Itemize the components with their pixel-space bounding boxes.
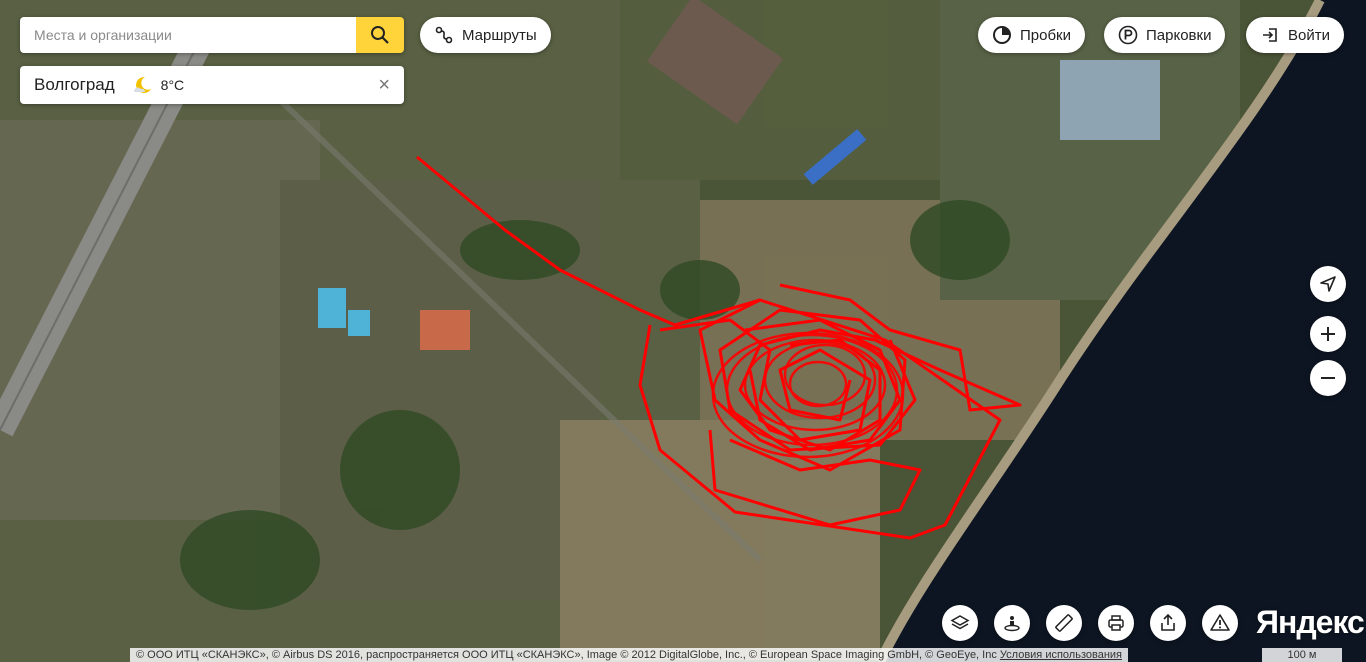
locate-button[interactable]: [1310, 266, 1346, 302]
moon-cloud-icon: [133, 76, 151, 93]
traffic-button[interactable]: Пробки: [978, 17, 1085, 53]
layers-icon: [950, 615, 970, 630]
parking-button[interactable]: Парковки: [1104, 17, 1226, 53]
search-icon: [371, 26, 389, 44]
routes-button[interactable]: Маршруты: [420, 17, 551, 53]
search-box: [20, 17, 404, 53]
minus-icon: [1321, 377, 1335, 379]
ruler-icon: [1055, 614, 1073, 632]
routes-label: Маршруты: [462, 26, 537, 44]
map-scale: 100 м: [1262, 648, 1342, 662]
zoom-in-button[interactable]: [1310, 316, 1346, 352]
layers-button[interactable]: [942, 605, 978, 641]
print-button[interactable]: [1098, 605, 1134, 641]
terms-link[interactable]: Условия использования: [1000, 649, 1122, 661]
plus-icon: [1321, 327, 1335, 341]
temperature: 8°C: [160, 77, 185, 93]
ruler-button[interactable]: [1046, 605, 1082, 641]
share-button[interactable]: [1150, 605, 1186, 641]
traffic-label: Пробки: [1020, 26, 1071, 44]
traffic-icon: [993, 26, 1011, 44]
zoom-out-button[interactable]: [1310, 360, 1346, 396]
copyright-text: © ООО ИТЦ «СКАНЭКС», © Airbus DS 2016, р…: [136, 649, 997, 661]
share-icon: [1161, 613, 1175, 631]
routes-icon: [435, 26, 453, 44]
panorama-button[interactable]: [994, 605, 1030, 641]
search-button[interactable]: [356, 17, 404, 53]
login-icon: [1263, 28, 1277, 42]
login-label: Войти: [1288, 26, 1330, 44]
search-input[interactable]: [20, 17, 356, 53]
parking-icon: [1118, 25, 1138, 45]
parking-label: Парковки: [1146, 26, 1212, 44]
print-icon: [1108, 615, 1124, 631]
city-weather-panel: Волгоград 8°C ×: [20, 66, 404, 104]
yandex-logo[interactable]: Яндекс: [1256, 604, 1365, 641]
login-button[interactable]: Войти: [1246, 17, 1344, 53]
close-city-button[interactable]: ×: [378, 75, 390, 95]
scale-label: 100 м: [1287, 649, 1317, 661]
copyright-bar: © ООО ИТЦ «СКАНЭКС», © Airbus DS 2016, р…: [130, 648, 1128, 662]
location-arrow-icon: [1320, 276, 1336, 292]
report-icon: [1210, 614, 1230, 631]
panorama-icon: [1004, 616, 1020, 632]
report-button[interactable]: [1202, 605, 1238, 641]
city-name: Волгоград: [34, 75, 115, 94]
